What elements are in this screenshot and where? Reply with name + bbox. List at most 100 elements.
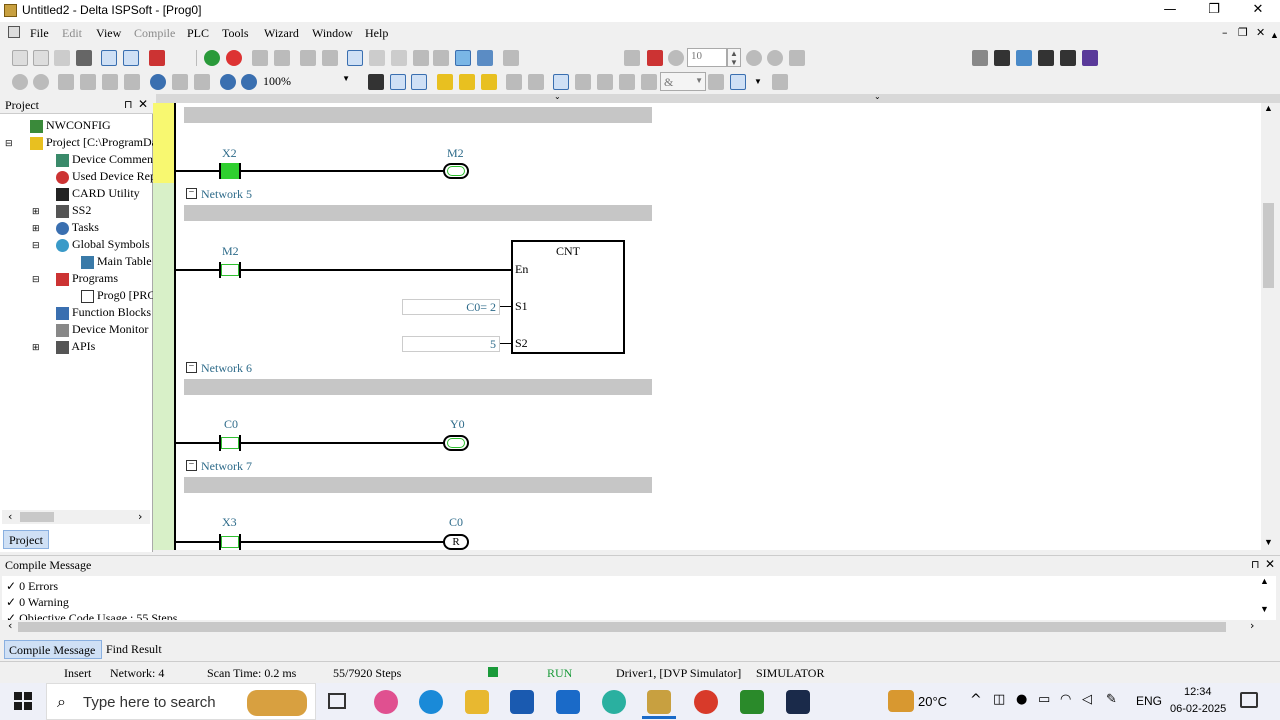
s1-operand[interactable]: C0= 2 bbox=[402, 299, 500, 315]
contact-c0[interactable] bbox=[219, 435, 241, 451]
contact-x2[interactable] bbox=[219, 163, 241, 179]
mdi-min-icon[interactable]: – bbox=[1222, 26, 1228, 39]
scroll-up-icon[interactable]: ▲ bbox=[1260, 576, 1269, 586]
expand-toggle[interactable]: ⊞ bbox=[32, 223, 40, 234]
contact-nc-icon[interactable] bbox=[528, 74, 544, 90]
tag-icon[interactable] bbox=[481, 74, 497, 90]
chevron-down-icon[interactable]: ▼ bbox=[748, 72, 768, 91]
menu-compile[interactable]: Compile bbox=[134, 26, 175, 41]
mdi-restore-icon[interactable]: ❐ bbox=[1238, 26, 1248, 39]
columns-icon[interactable] bbox=[1038, 50, 1054, 66]
grid-icon[interactable] bbox=[1060, 50, 1076, 66]
record-icon[interactable] bbox=[746, 50, 762, 66]
close-pane-icon[interactable]: ✕ bbox=[1265, 557, 1275, 571]
wifi-icon[interactable]: ◠ bbox=[1060, 692, 1071, 707]
monitor-table-icon[interactable] bbox=[391, 50, 407, 66]
scroll-down-icon[interactable]: ▼ bbox=[1264, 537, 1273, 547]
device-monitor-icon[interactable] bbox=[413, 50, 429, 66]
undo-icon[interactable] bbox=[12, 74, 28, 90]
expand-toggle[interactable]: ⊞ bbox=[32, 206, 40, 217]
ladder-rung-icon[interactable] bbox=[368, 74, 384, 90]
menu-plc[interactable]: PLC bbox=[187, 26, 209, 41]
find-icon[interactable] bbox=[150, 74, 166, 90]
contact-x3[interactable] bbox=[219, 534, 241, 550]
menu-wizard[interactable]: Wizard bbox=[264, 26, 299, 41]
tree-item-device-comment[interactable]: Device Comment bbox=[56, 151, 156, 168]
scroll-left-icon[interactable]: ‹ bbox=[8, 510, 12, 523]
restore-button[interactable]: ❐ bbox=[1192, 0, 1236, 22]
file-explorer-icon[interactable] bbox=[465, 690, 489, 714]
clock-date[interactable]: 06-02-2025 bbox=[1170, 703, 1226, 715]
compare-icon[interactable] bbox=[300, 50, 316, 66]
contact-no-icon[interactable] bbox=[506, 74, 522, 90]
scroll-down-icon[interactable]: ▼ bbox=[1260, 604, 1269, 614]
label-icon[interactable] bbox=[437, 74, 453, 90]
coil-y0[interactable] bbox=[443, 435, 469, 451]
compile-hscrollbar[interactable]: ‹ › bbox=[2, 619, 1276, 634]
view-split-icon[interactable] bbox=[123, 50, 139, 66]
expand-toggle[interactable]: ⊞ bbox=[32, 342, 40, 353]
network-icon[interactable] bbox=[503, 50, 519, 66]
collapse-network-icon[interactable]: − bbox=[186, 460, 197, 471]
task-view-icon[interactable] bbox=[328, 693, 346, 709]
network-comment-bar[interactable] bbox=[184, 107, 652, 123]
timer-icon[interactable] bbox=[668, 50, 684, 66]
delete-icon[interactable] bbox=[124, 74, 140, 90]
collapse-toggle[interactable]: ⊟ bbox=[5, 138, 13, 149]
app-icon-green[interactable] bbox=[740, 690, 764, 714]
scroll-left-icon[interactable]: ‹ bbox=[8, 619, 12, 632]
s2-operand[interactable]: 5 bbox=[402, 336, 500, 352]
goto-icon[interactable] bbox=[194, 74, 210, 90]
eraser-icon[interactable] bbox=[149, 50, 165, 66]
collapse-network-icon[interactable]: − bbox=[186, 362, 197, 373]
weather-icon[interactable] bbox=[888, 690, 914, 712]
contact-m2[interactable] bbox=[219, 262, 241, 278]
stopwatch-icon[interactable] bbox=[647, 50, 663, 66]
close-pane-icon[interactable]: ✕ bbox=[138, 97, 148, 111]
chevron-up-icon[interactable]: ^ bbox=[970, 692, 982, 708]
minimize-button[interactable]: — bbox=[1148, 0, 1192, 22]
tree-item-project[interactable]: Project [C:\ProgramDa bbox=[30, 134, 157, 151]
pin-icon[interactable]: ⊓ bbox=[124, 98, 133, 111]
select-pointer-icon[interactable] bbox=[553, 74, 569, 90]
copy-icon[interactable] bbox=[80, 74, 96, 90]
mdi-close-icon[interactable]: ✕ bbox=[1256, 26, 1265, 39]
monitor-ladder-icon[interactable] bbox=[369, 50, 385, 66]
pen-icon[interactable]: ✎ bbox=[1106, 692, 1117, 707]
editor-vscrollbar[interactable]: ▲ ▼ bbox=[1261, 103, 1276, 550]
print-icon[interactable] bbox=[76, 50, 92, 66]
tree-item-prog0[interactable]: Prog0 [PRC bbox=[81, 287, 155, 304]
language-indicator[interactable]: ENG bbox=[1136, 694, 1162, 708]
tree-item-tasks[interactable]: Tasks bbox=[56, 219, 99, 236]
chevron-down-icon[interactable]: ⌄ bbox=[554, 92, 561, 101]
redo-icon[interactable] bbox=[33, 74, 49, 90]
replace-icon[interactable] bbox=[172, 74, 188, 90]
paste-icon[interactable] bbox=[102, 74, 118, 90]
clock-time[interactable]: 12:34 bbox=[1184, 686, 1212, 698]
bookmark-icon[interactable] bbox=[459, 74, 475, 90]
weather-temp[interactable]: 20°C bbox=[918, 694, 947, 709]
tree-item-device-monitor[interactable]: Device Monitor bbox=[56, 321, 148, 338]
copilot-icon[interactable] bbox=[374, 690, 398, 714]
tree-item-ss2[interactable]: SS2 bbox=[56, 202, 91, 219]
ispsoft-taskbar-icon[interactable] bbox=[647, 690, 671, 714]
scan-spinner[interactable]: ▲ ▼ bbox=[727, 48, 741, 67]
vertical-line-icon[interactable] bbox=[619, 74, 635, 90]
chart-icon[interactable] bbox=[1082, 50, 1098, 66]
whatsapp-icon[interactable] bbox=[602, 690, 626, 714]
scroll-thumb[interactable] bbox=[1263, 203, 1274, 288]
collapse-toggle[interactable]: ⊟ bbox=[32, 240, 40, 251]
save-icon[interactable] bbox=[54, 50, 70, 66]
rising-edge-icon[interactable] bbox=[730, 74, 746, 90]
scroll-right-icon[interactable]: › bbox=[1250, 619, 1254, 632]
coil-reset-c0[interactable]: R bbox=[443, 534, 469, 550]
repeat-icon[interactable] bbox=[789, 50, 805, 66]
menu-window[interactable]: Window bbox=[312, 26, 353, 41]
network-comment-bar[interactable] bbox=[184, 205, 652, 221]
tree-item-card-utility[interactable]: CARD Utility bbox=[56, 185, 140, 202]
network-comment-icon[interactable] bbox=[411, 74, 427, 90]
sync-icon[interactable] bbox=[322, 50, 338, 66]
menu-help[interactable]: Help bbox=[365, 26, 388, 41]
bulb-icon[interactable] bbox=[455, 50, 471, 66]
tab-find-result[interactable]: Find Result bbox=[104, 640, 170, 659]
